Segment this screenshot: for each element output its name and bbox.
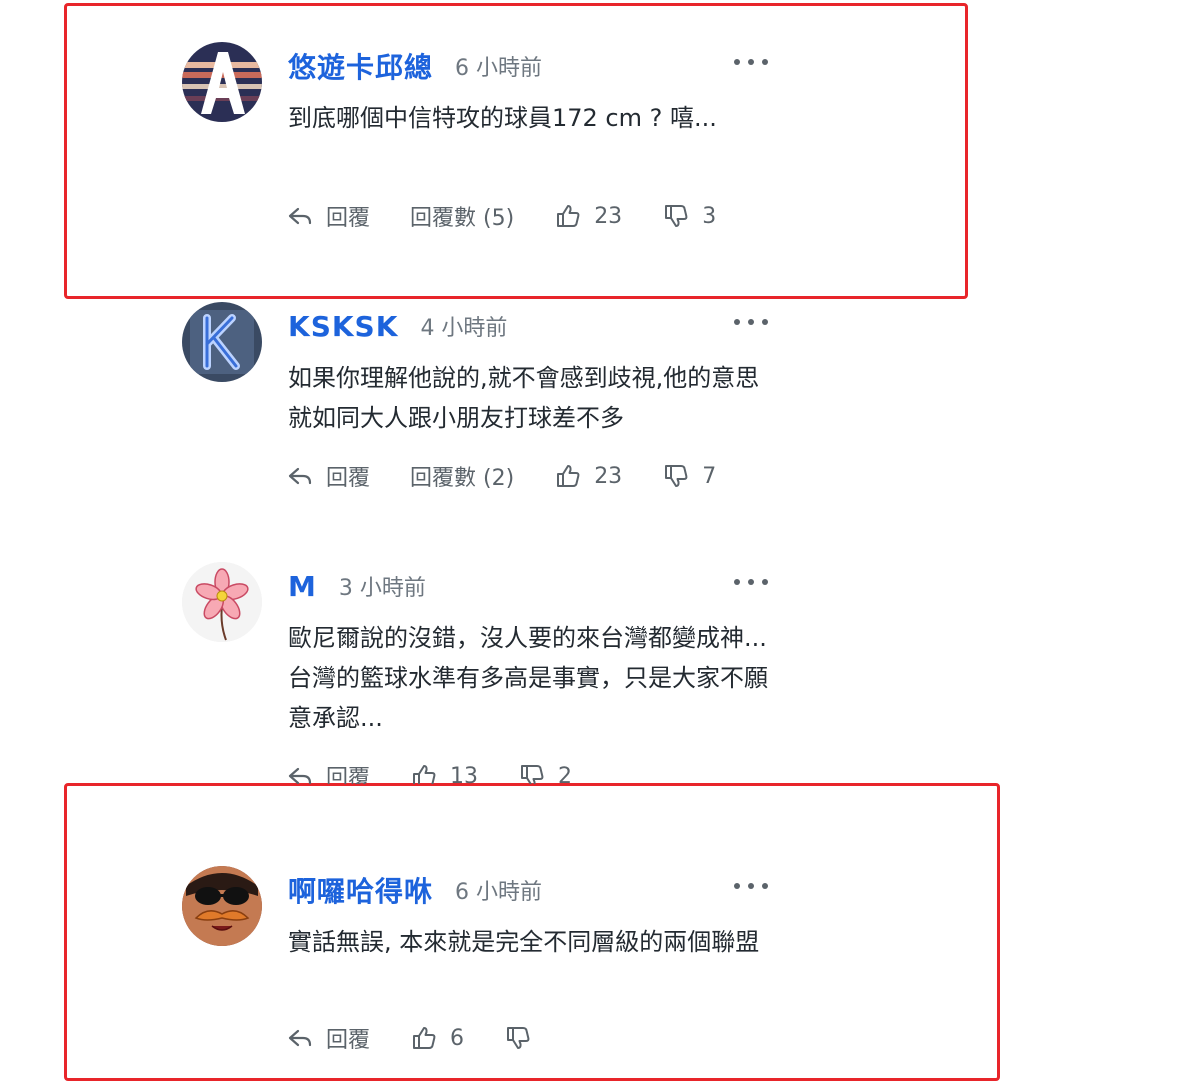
reply-label: 回覆 xyxy=(326,466,371,491)
thumbs-down-icon xyxy=(665,465,688,487)
flower-avatar-icon xyxy=(182,562,262,642)
user-avatar[interactable] xyxy=(182,562,262,642)
like-count: 6 xyxy=(450,1025,465,1051)
replies-count-button[interactable]: 回覆數 (2) xyxy=(410,460,514,492)
letter-k-avatar-icon xyxy=(182,302,262,382)
reply-arrow-icon xyxy=(288,207,312,225)
username[interactable]: M xyxy=(288,570,317,603)
comment-actions: 回覆 回覆數 (2) 23 7 xyxy=(286,458,716,494)
reply-label: 回覆 xyxy=(326,1028,371,1053)
comment-actions: 回覆 回覆數 (5) 23 3 xyxy=(286,198,716,234)
reply-label: 回覆 xyxy=(326,766,371,784)
more-options-icon[interactable] xyxy=(734,878,768,894)
user-avatar[interactable] xyxy=(182,42,262,122)
replies-count-button[interactable]: 回覆數 (5) xyxy=(410,200,514,232)
timestamp: 6 小時前 xyxy=(455,880,543,905)
reply-label: 回覆 xyxy=(326,206,371,231)
reply-arrow-icon xyxy=(288,1029,312,1047)
reply-button[interactable]: 回覆 xyxy=(286,1022,370,1054)
more-options-icon[interactable] xyxy=(734,54,768,70)
comment-actions: 回覆 6 xyxy=(286,1020,544,1056)
comment-text: 歐尼爾說的沒錯，沒人要的來台灣都變成神...台灣的籃球水準有多高是事實，只是大家… xyxy=(288,624,768,732)
replies-count-label: 回覆數 (5) xyxy=(410,206,515,231)
replies-count-label: 回覆數 (2) xyxy=(410,466,515,491)
like-button[interactable]: 6 xyxy=(410,1024,464,1052)
comment-clip: M 3 小時前 歐尼爾說的沒錯，沒人要的來台灣都變成神...台灣的籃球水準有多高… xyxy=(0,560,1190,784)
dislike-button[interactable] xyxy=(504,1024,544,1052)
username[interactable]: 啊囉哈得咻 xyxy=(288,870,433,910)
username[interactable]: 悠遊卡邱總 xyxy=(288,46,433,86)
like-count: 13 xyxy=(450,763,479,785)
timestamp: 6 小時前 xyxy=(455,56,543,81)
timestamp: 3 小時前 xyxy=(338,576,426,601)
more-options-icon[interactable] xyxy=(734,574,768,590)
thumbs-up-icon xyxy=(413,1027,436,1049)
comment-actions: 回覆 13 2 xyxy=(286,758,572,784)
thumbs-up-icon xyxy=(557,465,580,487)
user-avatar[interactable] xyxy=(182,302,262,382)
letter-a-avatar-icon xyxy=(182,42,262,122)
username[interactable]: KSKSK xyxy=(288,310,398,343)
more-options-icon[interactable] xyxy=(734,314,768,330)
dislike-button[interactable]: 2 xyxy=(518,762,572,784)
thumbs-up-icon xyxy=(413,765,436,784)
reply-button[interactable]: 回覆 xyxy=(286,200,370,232)
thumbs-down-icon xyxy=(507,1027,530,1049)
thumbs-down-icon xyxy=(665,205,688,227)
dislike-button[interactable]: 3 xyxy=(662,202,716,230)
like-count: 23 xyxy=(594,203,623,229)
dislike-button[interactable]: 7 xyxy=(662,462,716,490)
reply-button[interactable]: 回覆 xyxy=(286,760,370,784)
comment-text: 到底哪個中信特攻的球員172 cm ? 嘻... xyxy=(288,104,717,132)
like-button[interactable]: 23 xyxy=(554,462,622,490)
comment-text: 如果你理解他說的,就不會感到歧視,他的意思就如同大人跟小朋友打球差不多 xyxy=(288,364,760,432)
mustache-face-avatar-icon xyxy=(182,866,262,946)
timestamp: 4 小時前 xyxy=(420,316,508,341)
thumbs-up-icon xyxy=(557,205,580,227)
dislike-count: 3 xyxy=(702,203,717,229)
like-button[interactable]: 13 xyxy=(410,762,478,784)
user-avatar[interactable] xyxy=(182,866,262,946)
like-count: 23 xyxy=(594,463,623,489)
comment-text: 實話無誤, 本來就是完全不同層級的兩個聯盟 xyxy=(288,928,760,956)
dislike-count: 2 xyxy=(558,763,573,785)
like-button[interactable]: 23 xyxy=(554,202,622,230)
reply-button[interactable]: 回覆 xyxy=(286,460,370,492)
reply-arrow-icon xyxy=(288,467,312,485)
dislike-count: 7 xyxy=(702,463,717,489)
thumbs-down-icon xyxy=(521,765,544,784)
reply-arrow-icon xyxy=(288,767,312,784)
